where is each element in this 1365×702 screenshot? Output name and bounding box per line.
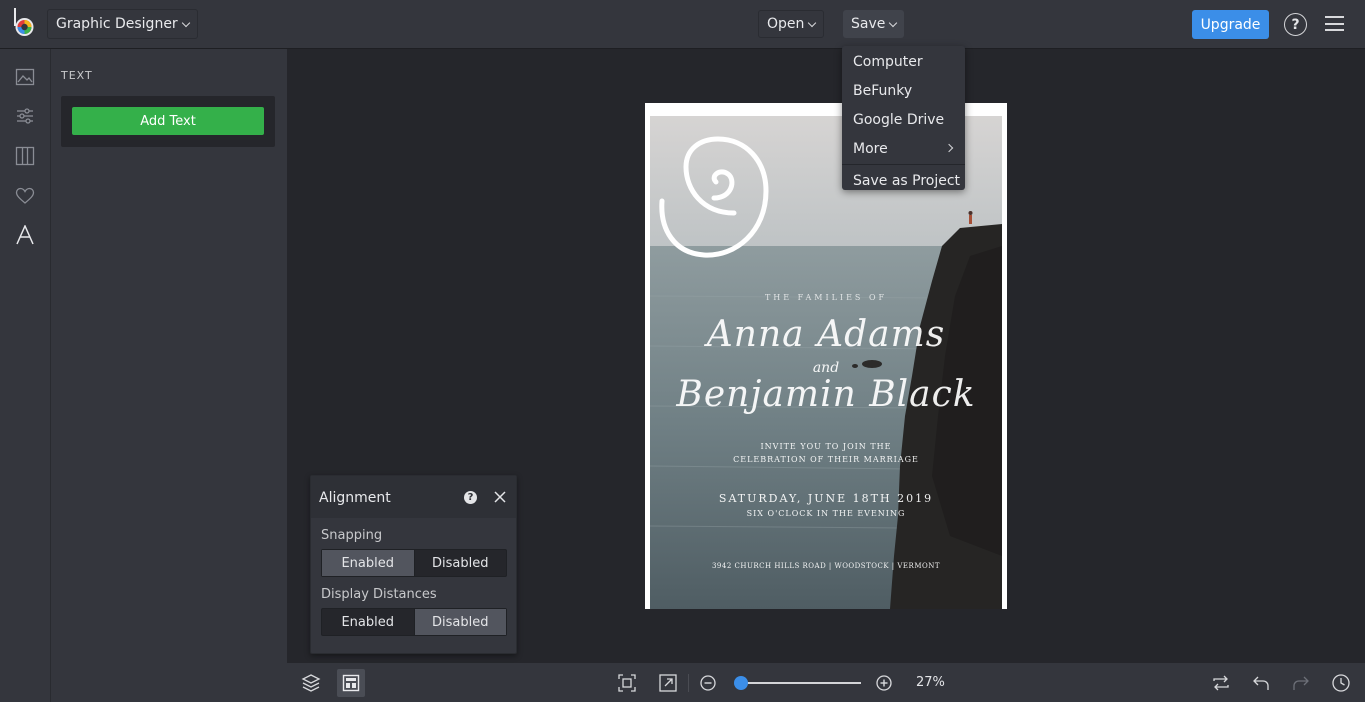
save-as-project-item[interactable]: Save as Project (842, 166, 965, 195)
invitation-name-1[interactable]: Anna Adams (650, 314, 1002, 355)
panel-title: TEXT (61, 69, 93, 82)
alignment-panel: Alignment ? Snapping Enabled Disabled Di… (310, 475, 517, 654)
zoom-slider-track[interactable] (741, 682, 861, 684)
mode-dropdown[interactable]: Graphic Designer (47, 9, 198, 39)
save-menu-item-google-drive[interactable]: Google Drive (842, 105, 965, 134)
distances-enabled-button[interactable]: Enabled (322, 609, 414, 635)
alignment-toggle-button[interactable] (337, 669, 365, 697)
undo-icon[interactable] (1251, 673, 1271, 693)
swap-icon[interactable] (1211, 673, 1231, 693)
save-menu-item-more[interactable]: More (842, 134, 965, 163)
snapping-disabled-button[interactable]: Disabled (413, 550, 507, 576)
layout-icon (342, 674, 360, 692)
open-label: Open (767, 16, 805, 32)
upgrade-button[interactable]: Upgrade (1192, 10, 1269, 39)
more-label: More (853, 140, 888, 157)
top-bar: Graphic Designer Open Save Upgrade ? (0, 0, 1365, 49)
add-text-button[interactable]: Add Text (72, 107, 264, 135)
display-distances-toggle: Enabled Disabled (321, 608, 507, 636)
zoom-level: 27% (916, 675, 945, 690)
image-icon[interactable] (15, 67, 35, 87)
invitation-text-1[interactable]: INVITE YOU TO JOIN THE (650, 442, 1002, 451)
open-button[interactable]: Open (758, 10, 825, 38)
zoom-slider-handle[interactable] (734, 676, 748, 690)
text-icon[interactable] (15, 225, 35, 245)
bottom-toolbar: 27% (287, 663, 1365, 702)
menu-divider (842, 164, 965, 165)
save-menu-item-computer[interactable]: Computer (842, 47, 965, 76)
toolbar-divider (688, 674, 689, 692)
text-panel: TEXT Add Text (51, 49, 287, 702)
help-icon[interactable]: ? (464, 491, 477, 504)
chevron-right-icon (944, 143, 954, 153)
redo-icon[interactable] (1291, 673, 1311, 693)
invitation-date[interactable]: SATURDAY, JUNE 18TH 2019 (650, 492, 1002, 505)
heart-icon[interactable] (15, 186, 35, 206)
tool-rail (0, 49, 51, 702)
expand-icon[interactable] (658, 673, 678, 693)
save-button[interactable]: Save (843, 10, 905, 38)
invitation-intro[interactable]: THE FAMILIES OF (650, 293, 1002, 302)
close-icon[interactable] (492, 489, 508, 505)
snapping-enabled-button[interactable]: Enabled (322, 550, 414, 576)
zoom-out-icon[interactable] (698, 673, 718, 693)
layers-icon[interactable] (301, 673, 321, 693)
chevron-down-icon (181, 18, 190, 27)
invitation-address[interactable]: 3942 CHURCH HILLS ROAD | WOODSTOCK | VER… (650, 562, 1002, 570)
invitation-name-2[interactable]: Benjamin Black (650, 374, 1002, 415)
chevron-down-icon (889, 18, 898, 27)
snapping-toggle: Enabled Disabled (321, 549, 507, 577)
befunky-logo-icon[interactable] (12, 8, 38, 38)
history-icon[interactable] (1331, 673, 1351, 693)
help-icon[interactable]: ? (1284, 13, 1307, 36)
save-label: Save (851, 16, 886, 32)
columns-icon[interactable] (15, 146, 35, 166)
snapping-label: Snapping (321, 528, 383, 543)
alignment-header: Alignment ? (311, 476, 516, 518)
invitation-text-2[interactable]: CELEBRATION OF THEIR MARRIAGE (650, 455, 1002, 464)
display-distances-label: Display Distances (321, 587, 437, 602)
hamburger-menu-icon[interactable] (1325, 16, 1344, 31)
sliders-icon[interactable] (15, 106, 35, 126)
invitation-time[interactable]: SIX O'CLOCK IN THE EVENING (650, 509, 1002, 518)
fit-screen-icon[interactable] (617, 673, 637, 693)
save-menu-item-befunky[interactable]: BeFunky (842, 76, 965, 105)
chevron-down-icon (808, 18, 817, 27)
add-text-container: Add Text (61, 96, 275, 147)
save-menu: Computer BeFunky Google Drive More Save … (842, 46, 965, 190)
distances-disabled-button[interactable]: Disabled (413, 609, 506, 635)
alignment-title: Alignment (319, 490, 391, 506)
zoom-in-icon[interactable] (874, 673, 894, 693)
mode-label: Graphic Designer (56, 16, 178, 32)
